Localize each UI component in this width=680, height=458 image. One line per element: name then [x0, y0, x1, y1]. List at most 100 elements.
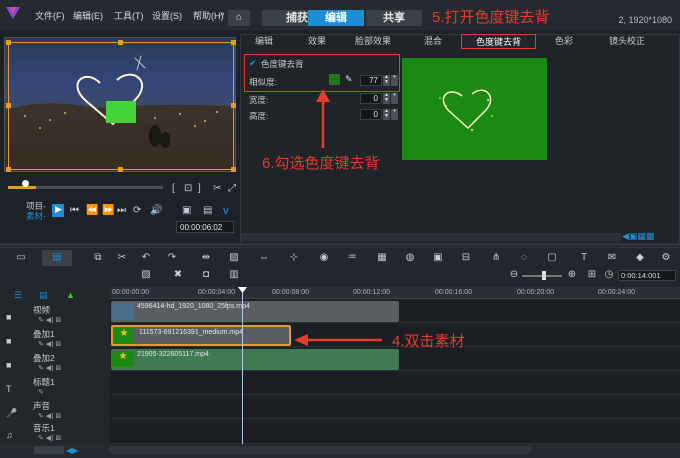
aspect-icon[interactable]: ▣	[182, 205, 191, 216]
tab-face-effects[interactable]: 脸部效果	[346, 34, 400, 49]
cut-icon[interactable]: ✂	[116, 253, 128, 263]
auto-icon[interactable]: ⋔	[490, 253, 502, 263]
storyboard-view-icon[interactable]: ▭	[14, 253, 28, 263]
copy-icon[interactable]: ⧉	[92, 253, 104, 263]
track-overlay2-controls[interactable]: ✎ ◀) ⊠	[38, 364, 61, 372]
effects-icon[interactable]: ◍	[404, 253, 416, 263]
repeat-icon[interactable]: ⟳	[133, 205, 141, 216]
timeline-ruler[interactable]	[110, 287, 680, 299]
track-manager-icon[interactable]: ☰	[14, 290, 22, 301]
camera-icon[interactable]: ◘	[200, 270, 212, 280]
playhead-knob[interactable]	[22, 180, 29, 187]
chat-icon[interactable]: ✉	[606, 253, 618, 263]
transition-icon[interactable]: ▣	[432, 253, 444, 263]
split-icon[interactable]: ✂	[213, 183, 221, 194]
play-button[interactable]: ▶	[52, 204, 64, 217]
h-scrollbar[interactable]	[110, 446, 530, 454]
similarity-dropdown-icon[interactable]: ▾	[391, 75, 398, 86]
lane-music[interactable]	[110, 420, 680, 444]
fx-icon[interactable]: ▧	[140, 270, 152, 280]
mark-out-icon[interactable]: ]	[198, 183, 201, 194]
clip-label[interactable]: 素材-	[26, 210, 46, 222]
tab-chroma-key[interactable]: 色度键去背	[461, 34, 536, 49]
width-dropdown-icon[interactable]: ▾	[391, 93, 398, 104]
zoom-timecode[interactable]: 0:00:14:001	[618, 270, 676, 281]
prev-frame-icon[interactable]: ⏪	[86, 205, 98, 216]
lane-title[interactable]	[110, 372, 680, 395]
options-scrollbar[interactable]	[241, 233, 621, 241]
mute-icon[interactable]: ✖	[172, 270, 184, 280]
tag-icon[interactable]: ◆	[634, 253, 646, 263]
next-frame-icon[interactable]: ⏩	[102, 205, 114, 216]
media-icon[interactable]: ▦	[376, 253, 388, 263]
timeline-view-button[interactable]: ▤	[42, 250, 72, 266]
scroll-arrows-icon[interactable]: ◀▶	[66, 446, 78, 455]
settings-icon[interactable]: ⚙	[660, 253, 672, 263]
track-music-controls[interactable]: ✎ ◀) ⊠	[38, 434, 61, 442]
width-spinner[interactable]: ▲ ▼	[383, 93, 390, 104]
similarity-spinner[interactable]: ▲ ▼	[383, 75, 390, 86]
similarity-input[interactable]: 77	[360, 75, 382, 86]
timeline-playhead[interactable]	[242, 288, 243, 444]
menu-settings[interactable]: 设置(S)	[152, 9, 182, 22]
zoom-thumb[interactable]	[542, 271, 546, 280]
clock-icon[interactable]: ◷	[603, 270, 615, 280]
text-icon[interactable]: T	[578, 253, 590, 263]
record-icon[interactable]: ◉	[318, 253, 330, 263]
tab-blend[interactable]: 混合	[413, 34, 453, 49]
redo-icon[interactable]: ↷	[166, 253, 178, 263]
height-input[interactable]: 0	[360, 109, 382, 120]
tab-lens-correction[interactable]: 镜头校正	[598, 34, 656, 49]
track-video-controls[interactable]: ✎ ◀) ⊠	[38, 316, 61, 324]
menu-edit[interactable]: 编辑(E)	[73, 9, 103, 22]
home-button[interactable]: ⌂	[228, 10, 250, 26]
tab-edit[interactable]: 编辑	[308, 10, 364, 26]
clip-video[interactable]: 4596414-hd_1920_1080_25fps.mp4	[111, 301, 399, 322]
undo-icon[interactable]: ↶	[140, 253, 152, 263]
resize-handle-bl[interactable]	[6, 167, 11, 172]
more-arrow-icon[interactable]: »	[220, 9, 224, 18]
resize-handle-tr[interactable]	[231, 40, 236, 45]
trim-icon[interactable]: ⊡	[184, 183, 192, 194]
path-icon[interactable]: ◌	[518, 253, 530, 263]
resize-handle-br[interactable]	[231, 167, 236, 172]
menu-help[interactable]: 帮助(H)	[193, 9, 224, 22]
fit-project-icon[interactable]: ⊞	[586, 270, 598, 280]
tab-edit-options[interactable]: 编辑	[243, 34, 285, 49]
timecode-display[interactable]: 00:00:06:02	[176, 221, 234, 233]
resize-handle-l[interactable]	[6, 103, 11, 108]
image-icon[interactable]: ▨	[228, 253, 240, 263]
resize-handle-t[interactable]	[118, 40, 123, 45]
resize-handle-tl[interactable]	[6, 40, 11, 45]
overlay-selection-frame[interactable]	[8, 42, 234, 170]
skip-end-icon[interactable]: ⏭	[117, 205, 126, 216]
volume-icon[interactable]: 🔊	[150, 205, 162, 216]
chroma-checkbox[interactable]: ✔	[249, 59, 257, 68]
audio-mix-icon[interactable]: ♒	[346, 253, 358, 263]
track-overlay1-controls[interactable]: ✎ ◀) ⊠	[38, 340, 61, 348]
track-voice-controls[interactable]: ✎ ◀) ⊠	[38, 412, 61, 420]
height-spinner[interactable]: ▲ ▼	[383, 109, 390, 120]
tab-share[interactable]: 共享	[366, 10, 422, 26]
menu-file[interactable]: 文件(F)	[35, 9, 65, 22]
resize-handle-r[interactable]	[231, 103, 236, 108]
add-track-icon[interactable]: ▤	[39, 290, 48, 301]
screen-icon[interactable]: ▢	[546, 253, 558, 263]
mark-in-icon[interactable]: [	[172, 183, 175, 194]
motion-icon[interactable]: ⊹	[288, 253, 300, 263]
snapshot-icon[interactable]: ▥	[228, 270, 240, 280]
ripple-edit-icon[interactable]: ▲	[66, 290, 75, 300]
splitter[interactable]	[0, 243, 680, 246]
key-color-swatch[interactable]	[329, 74, 340, 85]
zoom-out-icon[interactable]: ⊖	[508, 270, 520, 280]
zoom-preview-icon[interactable]: ▤	[203, 205, 212, 216]
eyedropper-icon[interactable]: ✎	[345, 74, 353, 85]
fit-icon[interactable]: ⇹	[200, 253, 212, 263]
menu-tools[interactable]: 工具(T)	[114, 9, 144, 22]
panel-resize-icons[interactable]: ◀▣▦▩	[622, 231, 654, 242]
subtitle-icon[interactable]: ⊟	[460, 253, 472, 263]
skip-start-icon[interactable]: ⏮	[70, 205, 79, 216]
h-scrollbar-left[interactable]	[34, 446, 64, 454]
expand-icon[interactable]: ⤢	[228, 183, 236, 194]
clip-overlay2[interactable]: 21905-322605117.mp4	[111, 349, 399, 370]
